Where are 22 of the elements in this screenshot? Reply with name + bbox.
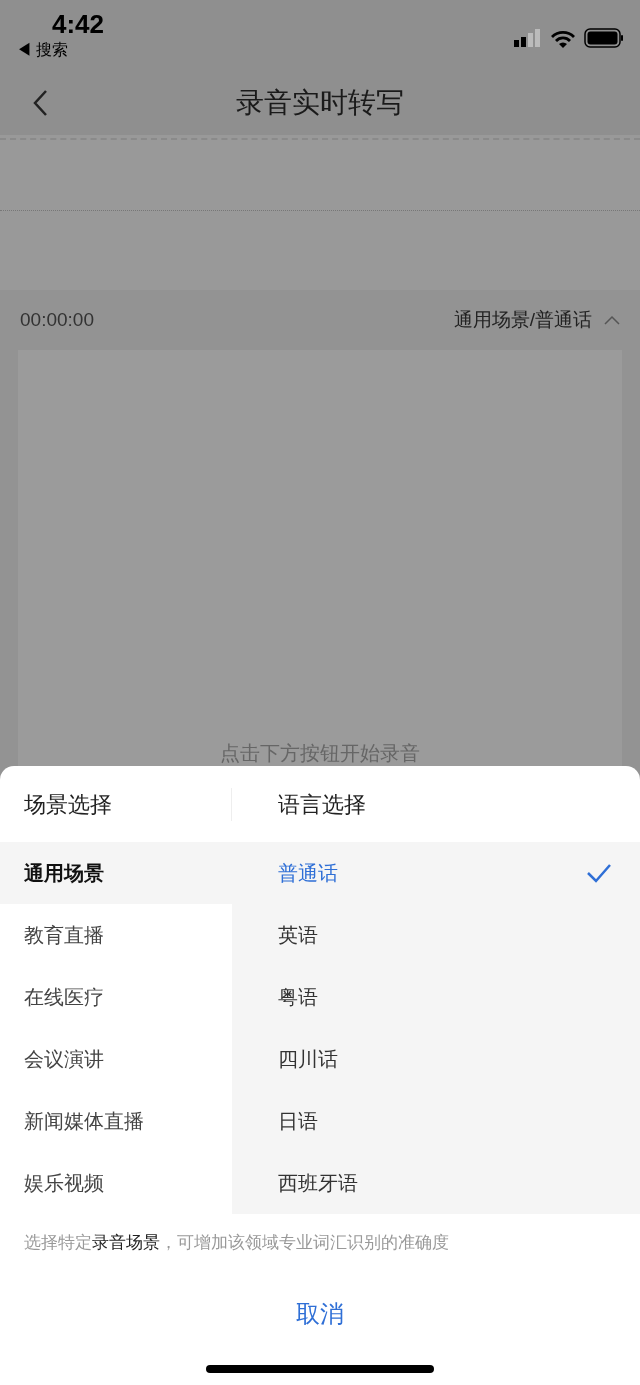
- scene-section-title: 场景选择: [0, 787, 232, 821]
- language-option[interactable]: 四川话: [232, 1028, 640, 1090]
- chevron-up-icon: [604, 315, 620, 325]
- mode-selector[interactable]: 通用场景/普通话: [453, 305, 620, 335]
- language-option[interactable]: 西班牙语: [232, 1152, 640, 1214]
- language-section-title: 语言选择: [277, 790, 366, 819]
- scene-note: 选择特定录音场景，可增加该领域专业词汇识别的准确度: [23, 1232, 450, 1254]
- recording-timer: 00:00:00: [20, 307, 94, 332]
- language-option[interactable]: 英语: [232, 904, 640, 966]
- back-icon[interactable]: [32, 88, 48, 117]
- language-option[interactable]: 粤语: [232, 966, 640, 1028]
- page-title: 录音实时转写: [236, 85, 404, 120]
- back-to-app-link[interactable]: ◀ 搜索: [16, 40, 105, 60]
- scene-option[interactable]: 通用场景: [0, 842, 232, 904]
- language-option[interactable]: 普通话: [232, 842, 640, 904]
- battery-icon: [584, 28, 624, 48]
- cancel-button[interactable]: 取消: [272, 1283, 368, 1344]
- signal-icon: [514, 29, 542, 47]
- wifi-icon: [550, 28, 576, 48]
- check-icon: [586, 863, 612, 883]
- status-time: 4:42: [52, 8, 105, 40]
- language-option[interactable]: 日语: [232, 1090, 640, 1152]
